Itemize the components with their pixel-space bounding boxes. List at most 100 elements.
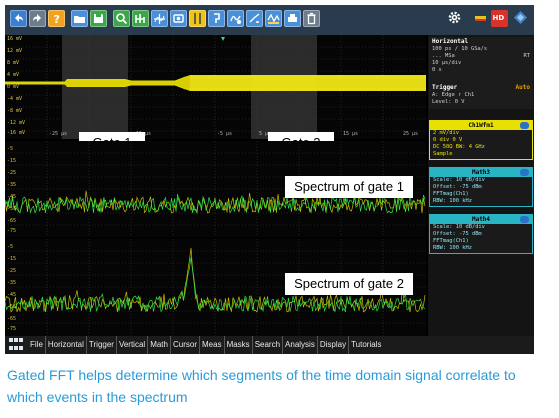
menu-masks[interactable]: Masks xyxy=(225,336,253,354)
ch1-acq-mode: Sample xyxy=(433,151,453,157)
y-tick: -45 xyxy=(7,292,17,298)
math3-toggle-icon[interactable] xyxy=(520,169,529,176)
math3-offset: Offset: -75 dBm xyxy=(433,184,482,190)
y-tick: 12 mV xyxy=(7,48,23,54)
spectrum1-diagram[interactable]: -5 -15 -25 -35 -45 -55 -65 -75 Spectrum … xyxy=(5,141,426,237)
y-tick: 4 mV xyxy=(7,72,20,78)
y-tick: -55 xyxy=(7,206,17,212)
time-domain-diagram[interactable]: 16 mV 12 mV 8 mV 4 mV 0 mV -4 mV -8 mV -… xyxy=(5,35,426,153)
ch1-toggle-icon[interactable] xyxy=(520,122,529,129)
apps-grid-icon[interactable] xyxy=(9,338,25,352)
undo-icon[interactable] xyxy=(10,10,27,27)
rs-logo-icon xyxy=(513,10,530,27)
hd-icon[interactable]: HD xyxy=(491,10,508,27)
trigger-panel[interactable]: Trigger Auto A: Edge ↑ Ch1 Level: 0 V xyxy=(429,83,533,109)
zoom-icon[interactable] xyxy=(113,10,130,27)
horizontal-position: 0 s xyxy=(432,67,442,73)
x-tick: 25 µs xyxy=(403,131,419,137)
cursor-icon[interactable] xyxy=(189,10,206,27)
horizontal-record-text: ... MSa xyxy=(432,53,455,59)
x-tick: -5 µs xyxy=(217,131,233,137)
math4-offset: Offset: -75 dBm xyxy=(433,231,482,237)
menu-math[interactable]: Math xyxy=(148,336,171,354)
math3-title-text: Math3 xyxy=(471,169,491,176)
menu-trigger[interactable]: Trigger xyxy=(87,336,117,354)
math3-panel[interactable]: Math3 Scale: 10 dB/div Offset: -75 dBm F… xyxy=(429,167,533,207)
oscilloscope-screen: ? HD 16 mV 12 mV 8 mV 4 mV 0 mV -4 mV -8… xyxy=(5,5,534,354)
y-tick: 0 mV xyxy=(7,84,20,90)
save-icon[interactable] xyxy=(90,10,107,27)
y-tick: -65 xyxy=(7,218,17,224)
math3-title: Math3 xyxy=(430,168,532,177)
math4-title: Math4 xyxy=(430,215,532,224)
spectrum2-callout: Spectrum of gate 2 xyxy=(285,273,413,295)
measure-icon[interactable] xyxy=(151,10,168,27)
ch1-panel[interactable]: Ch1Wfm1 2 mV/div 0 div 0 V DC 50Ω BW: 4 … xyxy=(429,120,533,160)
marker-icon[interactable] xyxy=(208,10,225,27)
y-tick: -12 mV xyxy=(7,120,26,126)
trigger-mode: Auto xyxy=(515,84,530,91)
histogram-icon[interactable] xyxy=(132,10,149,27)
redo-icon[interactable] xyxy=(29,10,46,27)
y-tick: -25 xyxy=(7,268,17,274)
menu-cursor[interactable]: Cursor xyxy=(171,336,200,354)
y-tick: 8 mV xyxy=(7,60,20,66)
math4-panel[interactable]: Math4 Scale: 10 dB/div Offset: -75 dBm F… xyxy=(429,214,533,254)
menu-display[interactable]: Display xyxy=(318,336,350,354)
x-tick: -25 µs xyxy=(49,131,68,137)
plot-area: 16 mV 12 mV 8 mV 4 mV 0 mV -4 mV -8 mV -… xyxy=(5,35,426,336)
menu-tutorials[interactable]: Tutorials xyxy=(349,336,383,354)
spectrum2-diagram[interactable]: -5 -15 -25 -35 -45 -55 -65 -75 Spectrum … xyxy=(5,239,426,336)
record-icon[interactable] xyxy=(473,10,490,27)
trigger-title: Trigger Auto xyxy=(429,83,533,92)
time-domain-grid xyxy=(5,35,426,139)
y-tick: -75 xyxy=(7,326,17,332)
spectrum1-callout: Spectrum of gate 1 xyxy=(285,176,413,198)
delete-icon[interactable] xyxy=(303,10,320,27)
help-icon[interactable]: ? xyxy=(48,10,65,27)
y-tick: 16 mV xyxy=(7,36,23,42)
menu-vertical[interactable]: Vertical xyxy=(117,336,149,354)
y-tick: -25 xyxy=(7,170,17,176)
math4-scale: Scale: 10 dB/div xyxy=(433,224,485,230)
rt-tag: RT xyxy=(523,53,531,59)
trigger-marker-icon xyxy=(221,37,225,41)
ch1-title: Ch1Wfm1 xyxy=(430,121,532,130)
mask-icon[interactable] xyxy=(265,10,282,27)
menu-analysis[interactable]: Analysis xyxy=(283,336,318,354)
horizontal-resolution: 100 ps / 10 GSa/s xyxy=(432,46,488,52)
menu-file[interactable]: File xyxy=(28,336,46,354)
horizontal-timebase: 10 µs/div xyxy=(432,60,462,66)
snapshot-icon[interactable] xyxy=(170,10,187,27)
math4-function: FFTmag(Ch1) xyxy=(433,238,469,244)
gear-icon[interactable] xyxy=(447,10,464,27)
y-tick: -5 xyxy=(7,244,14,250)
y-tick: -35 xyxy=(7,182,17,188)
y-tick: -75 xyxy=(7,228,17,234)
math-icon[interactable] xyxy=(227,10,244,27)
ch1-offset: 0 div 0 V xyxy=(433,137,463,143)
y-tick: -8 mV xyxy=(7,108,23,114)
ch1-coupling: DC 50Ω BW: 4 GHz xyxy=(433,144,485,150)
open-folder-icon[interactable] xyxy=(71,10,88,27)
math3-function: FFTmag(Ch1) xyxy=(433,191,469,197)
menu-meas[interactable]: Meas xyxy=(200,336,225,354)
y-tick: -65 xyxy=(7,316,17,322)
y-tick: -15 xyxy=(7,256,17,262)
menu-horizontal[interactable]: Horizontal xyxy=(46,336,87,354)
y-tick: -5 xyxy=(7,146,14,152)
y-tick: -35 xyxy=(7,280,17,286)
math4-rbw: RBW: 100 kHz xyxy=(433,245,472,251)
figure-caption: Gated FFT helps determine which segments… xyxy=(7,367,516,405)
menu-search[interactable]: Search xyxy=(253,336,284,354)
ch1-scale: 2 mV/div xyxy=(433,130,459,136)
menu-bar: File Horizontal Trigger Vertical Math Cu… xyxy=(5,336,534,354)
trigger-title-text: Trigger xyxy=(432,84,458,91)
svg-text:HD: HD xyxy=(493,14,505,22)
print-icon[interactable] xyxy=(284,10,301,27)
svg-text:?: ? xyxy=(54,13,60,26)
math4-toggle-icon[interactable] xyxy=(520,216,529,223)
settings-icon[interactable] xyxy=(246,10,263,27)
y-tick: -16 mV xyxy=(7,130,26,136)
x-tick: 15 µs xyxy=(343,131,359,137)
